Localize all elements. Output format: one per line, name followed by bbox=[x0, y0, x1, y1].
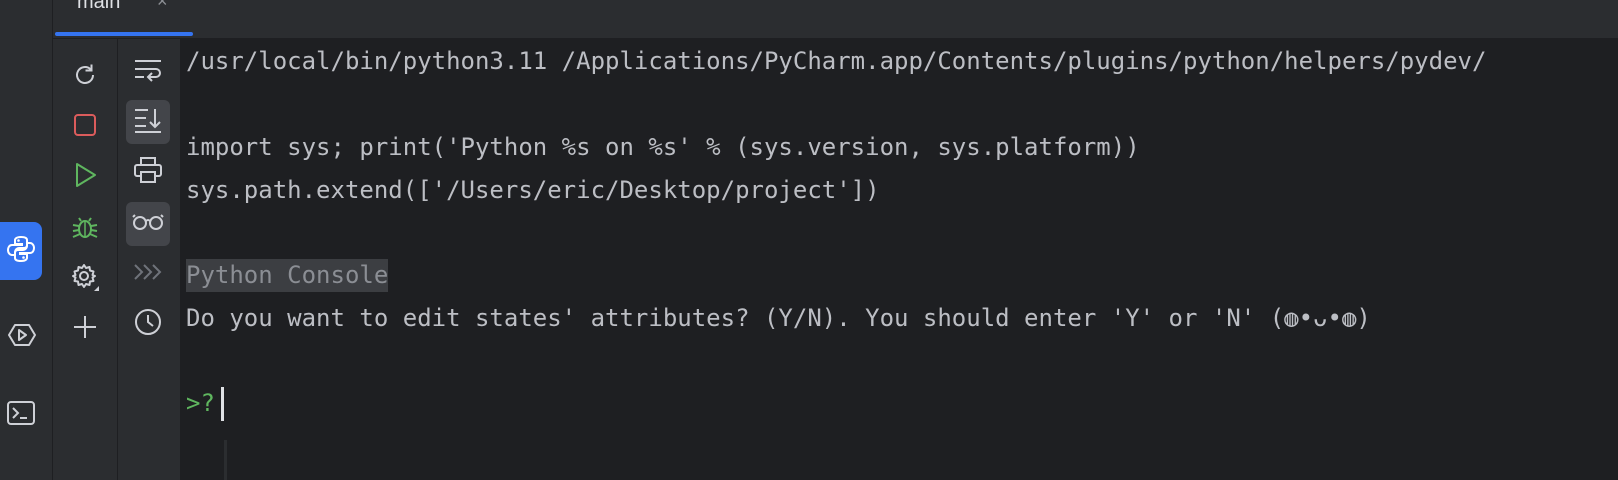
console-actions-toolbar bbox=[118, 39, 180, 480]
console-command-line: /usr/local/bin/python3.11 /Applications/… bbox=[186, 47, 1487, 75]
console-import-line: import sys; print('Python %s on %s' % (s… bbox=[186, 133, 1140, 161]
show-variables-icon bbox=[132, 213, 164, 236]
tab-main[interactable]: main × bbox=[53, 0, 193, 38]
debug-button[interactable] bbox=[63, 207, 107, 251]
console-path-line: sys.path.extend(['/Users/eric/Desktop/pr… bbox=[186, 176, 880, 204]
python-console-icon bbox=[6, 234, 36, 269]
console-label-line: Python Console bbox=[186, 259, 389, 292]
rerun-button[interactable] bbox=[63, 55, 107, 99]
services-tool-button[interactable] bbox=[0, 308, 42, 366]
print-button[interactable] bbox=[126, 150, 170, 194]
rerun-icon bbox=[72, 62, 98, 93]
settings-icon bbox=[70, 262, 100, 297]
history-icon bbox=[134, 308, 162, 341]
console-prompt: >? bbox=[186, 389, 215, 417]
soft-wrap-icon bbox=[134, 58, 162, 87]
command-queue-icon bbox=[133, 262, 163, 287]
settings-button[interactable] bbox=[63, 257, 107, 301]
history-button[interactable] bbox=[126, 302, 170, 346]
close-icon[interactable]: × bbox=[157, 0, 168, 11]
run-button[interactable] bbox=[63, 155, 107, 199]
scroll-to-end-button[interactable] bbox=[126, 100, 170, 144]
active-tab-indicator bbox=[55, 32, 193, 36]
scroll-to-end-icon bbox=[134, 107, 162, 138]
run-actions-toolbar bbox=[53, 39, 118, 480]
console-tab-bar: main × bbox=[53, 0, 1618, 39]
command-queue-button[interactable] bbox=[126, 252, 170, 296]
debug-icon bbox=[71, 213, 99, 246]
terminal-icon bbox=[6, 398, 36, 433]
tab-label: main bbox=[77, 0, 121, 13]
python-console-tool-button[interactable] bbox=[0, 222, 42, 280]
add-icon bbox=[72, 314, 98, 345]
show-variables-button[interactable] bbox=[126, 202, 170, 246]
console-output[interactable]: /usr/local/bin/python3.11 /Applications/… bbox=[186, 39, 1618, 480]
run-icon bbox=[72, 162, 98, 193]
python-console-window: main × /usr/local/bin/python3.11 /Applic… bbox=[0, 0, 1618, 480]
tool-window-stripe bbox=[0, 0, 53, 480]
stop-icon bbox=[72, 112, 98, 143]
soft-wrap-button[interactable] bbox=[126, 50, 170, 94]
terminal-tool-button[interactable] bbox=[0, 386, 42, 444]
divider bbox=[224, 440, 227, 480]
console-input-line[interactable]: >? bbox=[186, 387, 224, 421]
print-icon bbox=[134, 156, 162, 188]
stop-button[interactable] bbox=[63, 105, 107, 149]
console-question-line: Do you want to edit states' attributes? … bbox=[186, 304, 1371, 332]
services-icon bbox=[6, 320, 36, 355]
add-button[interactable] bbox=[63, 307, 107, 351]
console-label: Python Console bbox=[186, 259, 389, 292]
text-cursor bbox=[220, 387, 224, 421]
